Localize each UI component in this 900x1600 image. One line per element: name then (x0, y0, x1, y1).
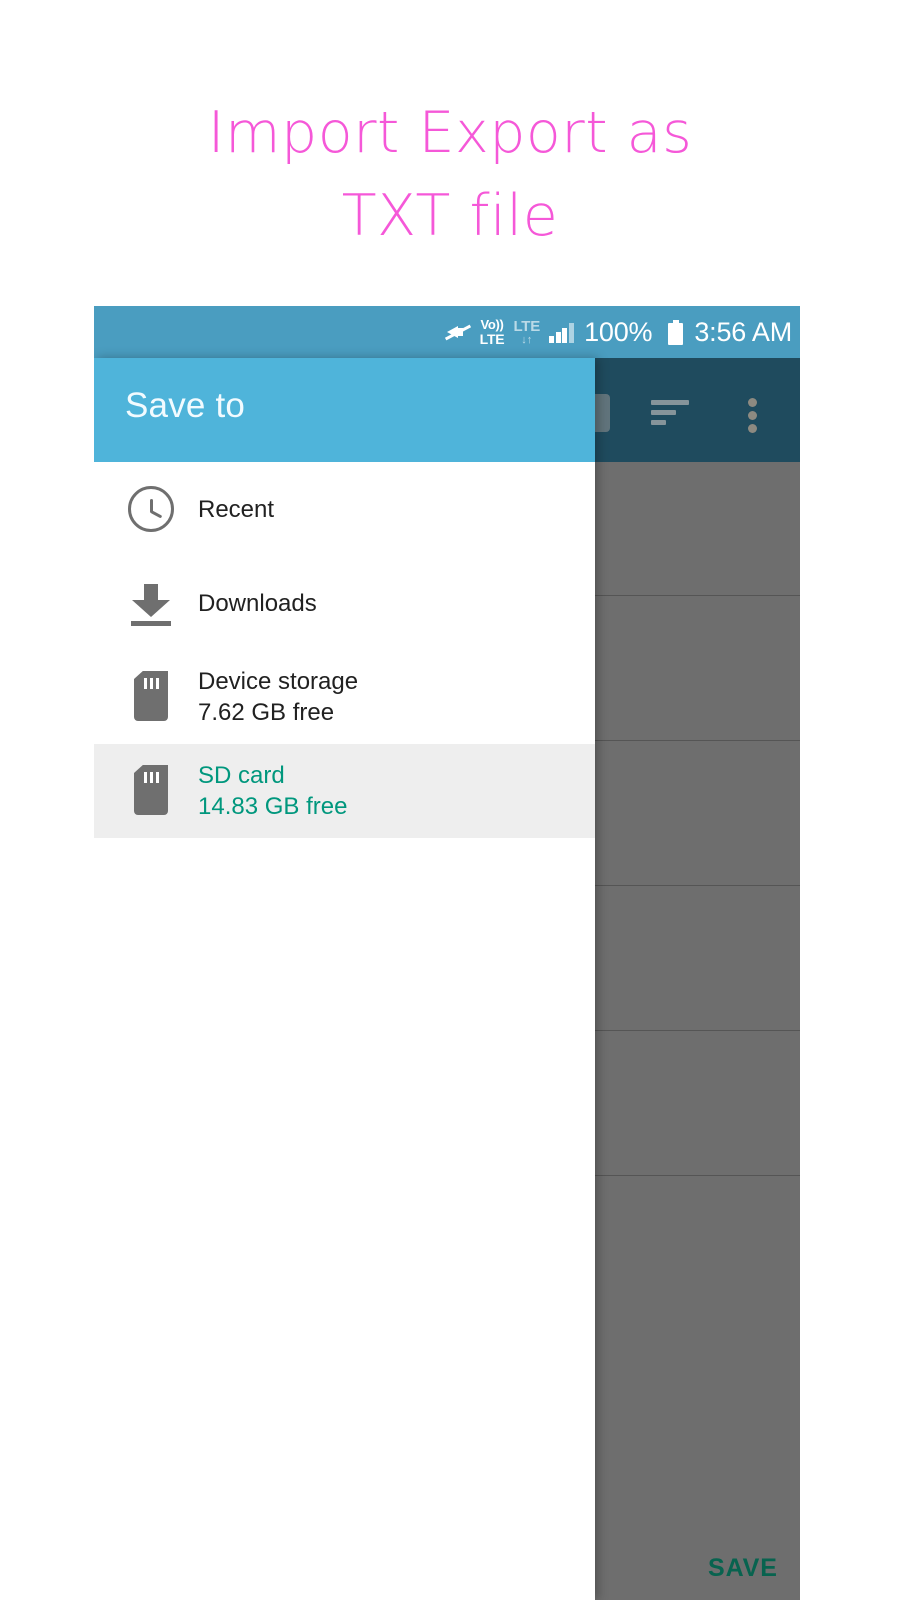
drawer-item-sublabel: 14.83 GB free (198, 793, 348, 820)
navigation-drawer: Save to Recent Downloads Device storage … (94, 358, 595, 1600)
battery-percent: 100% (584, 316, 653, 347)
drawer-item-device-storage[interactable]: Device storage 7.62 GB free (94, 650, 595, 744)
overflow-menu-icon[interactable] (748, 398, 760, 433)
mute-speaker-icon (444, 321, 471, 343)
lte-label: LTE (513, 317, 541, 335)
phone-screenshot: SAVE Vo)) LTE LTE ↓↑ 100% 3:56 AM Save t… (94, 306, 800, 1600)
volte-label-bottom: LTE (479, 331, 505, 347)
status-bar: Vo)) LTE LTE ↓↑ 100% 3:56 AM (94, 306, 800, 358)
drawer-item-label: SD card (198, 762, 285, 789)
drawer-item-sublabel: 7.62 GB free (198, 699, 335, 726)
volte-label-top: Vo)) (480, 317, 504, 332)
drawer-item-downloads[interactable]: Downloads (94, 556, 595, 650)
drawer-item-sd-card[interactable]: SD card 14.83 GB free (94, 744, 595, 838)
sd-card-icon (104, 650, 198, 744)
drawer-item-recent[interactable]: Recent (94, 462, 595, 556)
page-title: Import Export as TXT file (207, 100, 693, 249)
sd-card-icon (104, 744, 198, 838)
drawer-item-label: Downloads (198, 589, 317, 617)
volte-indicator: Vo)) LTE (480, 318, 505, 346)
drawer-title: Save to (125, 386, 246, 425)
drawer-item-label: Device storage (198, 668, 359, 695)
lte-data-indicator: LTE ↓↑ (513, 319, 540, 346)
drawer-list: Recent Downloads Device storage 7.62 GB … (94, 462, 595, 838)
clock-time: 3:56 AM (694, 316, 792, 347)
save-button[interactable]: SAVE (708, 1554, 778, 1583)
battery-full-icon (661, 319, 684, 345)
sort-lines-icon[interactable] (651, 400, 693, 426)
clock-icon (104, 462, 198, 556)
signal-bars-icon (549, 321, 575, 343)
drawer-item-label: Recent (198, 495, 275, 523)
lte-arrows: ↓↑ (521, 333, 533, 346)
download-icon (104, 556, 198, 650)
drawer-header: Save to (94, 358, 595, 462)
